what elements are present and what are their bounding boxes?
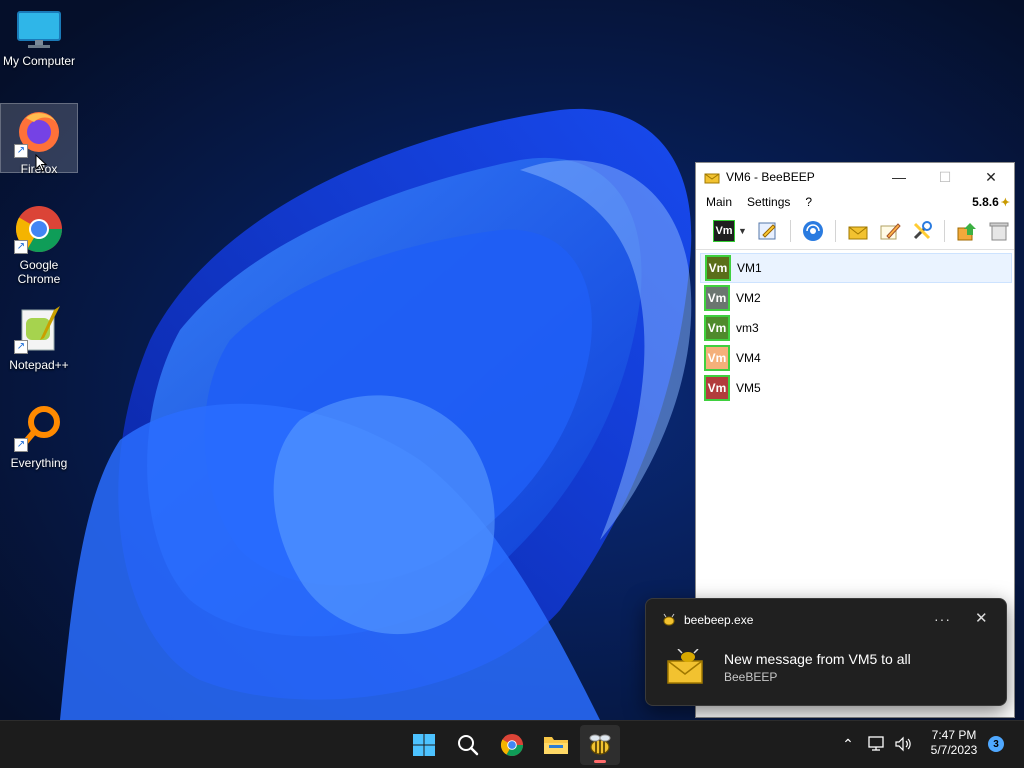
firefox-icon: ↗ (14, 108, 64, 158)
tools-button[interactable] (908, 217, 936, 245)
minimize-button[interactable]: — (876, 163, 922, 191)
envelope-icon (848, 226, 868, 240)
shortcut-arrow-icon: ↗ (14, 240, 28, 254)
clear-button[interactable] (985, 217, 1013, 245)
edit-vcard-icon (758, 222, 776, 240)
chevron-down-icon: ▼ (738, 226, 747, 236)
user-list-item[interactable]: Vm VM1 (700, 253, 1012, 283)
share-folder-icon (957, 223, 976, 241)
everything-search-icon: ↗ (14, 402, 64, 452)
share-button[interactable] (953, 217, 981, 245)
my-avatar-badge: Vm (713, 220, 736, 242)
taskbar-search-button[interactable] (448, 725, 488, 765)
trash-icon (989, 222, 1009, 241)
user-avatar: Vm (704, 285, 730, 311)
user-list-item[interactable]: Vm vm3 (700, 313, 1012, 343)
taskbar-clock[interactable]: 7:47 PM 5/7/2023 (918, 728, 990, 758)
network-icon (868, 736, 884, 751)
pencil-icon (880, 223, 901, 240)
desktop-icon-notepad-plus-plus[interactable]: ↗ Notepad++ (0, 298, 78, 372)
volume-icon (895, 736, 911, 752)
toolbar-separator (944, 220, 945, 242)
active-app-indicator (594, 760, 606, 763)
my-status-button[interactable]: Vm ▼ (710, 217, 750, 245)
toast-source: BeeBEEP (724, 670, 778, 684)
user-name: VM2 (736, 291, 761, 305)
user-name: VM5 (736, 381, 761, 395)
shortcut-arrow-icon: ↗ (14, 340, 28, 354)
start-button[interactable] (404, 725, 444, 765)
network-button[interactable] (799, 217, 827, 245)
user-list-item[interactable]: Vm VM4 (700, 343, 1012, 373)
desktop-icon-label: My Computer (2, 54, 76, 68)
window-titlebar[interactable]: VM6 - BeeBEEP — ☐ ✕ (696, 163, 1014, 191)
desktop-icon-my-computer[interactable]: My Computer (0, 6, 78, 76)
edit-profile-button[interactable] (754, 217, 782, 245)
toast-close-icon[interactable]: ✕ (975, 609, 988, 627)
write-note-button[interactable] (876, 217, 904, 245)
user-list-item[interactable]: Vm VM2 (700, 283, 1012, 313)
desktop-icon-google-chrome[interactable]: ↗ Google Chrome (0, 198, 78, 286)
message-button[interactable] (844, 217, 872, 245)
toast-header: beebeep.exe (662, 613, 753, 627)
notepad-plus-plus-icon: ↗ (14, 304, 64, 354)
toast-message: New message from VM5 to all (724, 651, 911, 667)
search-icon (458, 735, 479, 756)
desktop-icon-label: Everything (10, 456, 68, 470)
beebeep-app-icon (704, 173, 720, 184)
menu-bar: Main Settings ? 5.8.6 ✦ (696, 191, 1014, 213)
windows-logo-icon (413, 734, 435, 756)
tools-icon (913, 221, 932, 240)
network-broadcast-icon (803, 221, 823, 241)
monitor-icon (16, 10, 62, 50)
user-name: VM4 (736, 351, 761, 365)
system-tray-status[interactable] (868, 721, 912, 767)
menu-settings[interactable]: Settings (737, 195, 795, 209)
bee-icon: ✦ (1000, 196, 1010, 209)
user-list: Vm VM1 Vm VM2 Vm vm3 Vm VM4 Vm VM5 (700, 253, 1012, 403)
chevron-up-icon: ⌃ (842, 735, 854, 752)
menu-help[interactable]: ? (795, 195, 817, 209)
user-avatar: Vm (704, 315, 730, 341)
user-avatar: Vm (704, 375, 730, 401)
chrome-icon (500, 733, 524, 757)
taskbar-beebeep-button[interactable] (580, 725, 620, 765)
shortcut-arrow-icon: ↗ (14, 438, 28, 452)
maximize-button[interactable]: ☐ (922, 163, 968, 191)
chrome-icon: ↗ (14, 204, 64, 254)
version-text: 5.8.6 (972, 195, 999, 209)
user-name: vm3 (736, 321, 759, 335)
taskbar-file-explorer-button[interactable] (536, 725, 576, 765)
desktop-icon-label: Notepad++ (9, 358, 69, 372)
bee-icon (589, 734, 611, 755)
window-title: VM6 - BeeBEEP (726, 170, 815, 184)
version-label: 5.8.6 ✦ (972, 195, 1014, 209)
user-avatar: Vm (704, 345, 730, 371)
desktop-icon-everything[interactable]: ↗ Everything (0, 396, 78, 470)
mouse-cursor-icon (35, 154, 47, 172)
toolbar-separator (790, 220, 791, 242)
toast-app-name: beebeep.exe (684, 613, 754, 627)
beebeep-small-icon (663, 613, 675, 626)
new-message-envelope-icon (667, 649, 703, 684)
menu-main[interactable]: Main (696, 195, 737, 209)
more-options-icon[interactable]: ··· (934, 611, 951, 627)
taskbar: ⌃ 7:47 PM 5/7/2023 (0, 720, 1024, 768)
close-button[interactable]: ✕ (968, 163, 1014, 191)
shortcut-arrow-icon: ↗ (14, 144, 28, 158)
main-toolbar: Vm ▼ (696, 213, 1014, 250)
taskbar-chrome-button[interactable] (492, 725, 532, 765)
folder-icon (544, 737, 568, 754)
toast-notification[interactable]: beebeep.exe ··· ✕ New message from VM5 t… (645, 598, 1007, 706)
notification-count-badge[interactable]: 3 (988, 736, 1004, 752)
user-avatar: Vm (705, 255, 731, 281)
user-list-item[interactable]: Vm VM5 (700, 373, 1012, 403)
show-hidden-icons-button[interactable]: ⌃ (836, 721, 860, 767)
clock-time: 7:47 PM (931, 728, 977, 742)
user-name: VM1 (737, 261, 762, 275)
clock-date: 5/7/2023 (930, 743, 978, 757)
desktop-icon-label: Google Chrome (17, 258, 61, 286)
toolbar-separator (835, 220, 836, 242)
